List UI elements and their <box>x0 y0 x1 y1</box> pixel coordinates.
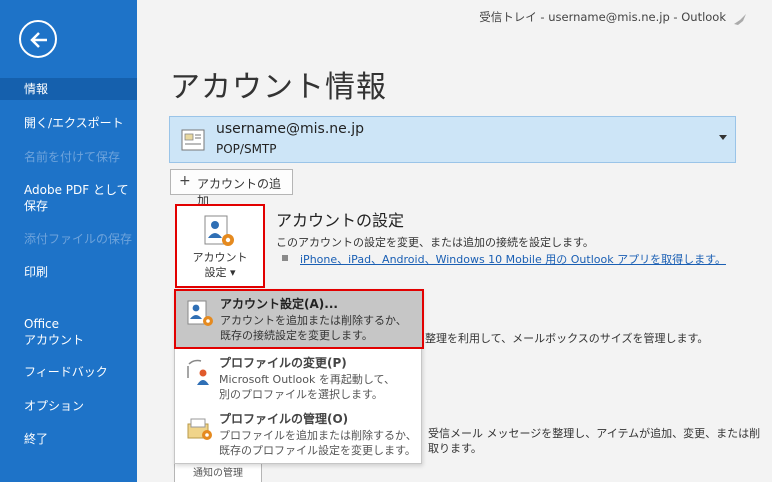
rules-desc-cont: 取ります。 <box>428 442 482 455</box>
manage-alerts-button[interactable]: 通知の管理 <box>174 463 262 482</box>
dropdown-caret-icon <box>719 135 727 140</box>
menu-item-desc: プロファイルを追加または削除するか、 既存のプロファイル設定を変更します。 <box>219 429 417 457</box>
account-email: username@mis.ne.jp <box>216 121 364 137</box>
section-title: アカウントの設定 <box>276 211 405 230</box>
account-settings-icon <box>187 300 213 326</box>
menu-item-change-profile[interactable]: プロファイルの変更(P) Microsoft Outlook を再起動して、 別… <box>175 350 421 408</box>
backstage-sidebar: 情報 開く/エクスポート 名前を付けて保存 Adobe PDF として 保存 添… <box>0 0 137 482</box>
sidebar-item-adobe-pdf[interactable]: Adobe PDF として 保存 <box>0 182 137 214</box>
sidebar-item-print[interactable]: 印刷 <box>0 264 137 280</box>
menu-item-title: プロファイルの管理(O) <box>219 412 349 426</box>
menu-item-title: プロファイルの変更(P) <box>219 356 347 370</box>
account-icon <box>181 129 205 151</box>
menu-item-account-settings[interactable]: アカウント設定(A)... アカウントを追加または削除するか、 既存の接続設定を… <box>174 289 424 349</box>
page-title: アカウント情報 <box>170 70 387 105</box>
bullet-icon <box>282 255 288 261</box>
window-title: 受信トレイ - username@mis.ne.jp - Outlook <box>479 10 726 24</box>
account-settings-button[interactable]: アカウント 設定 ▾ <box>175 204 265 288</box>
menu-item-desc: Microsoft Outlook を再起動して、 別のプロファイルを選択します… <box>219 373 396 401</box>
sidebar-item-exit[interactable]: 終了 <box>0 431 137 447</box>
sidebar-item-open-export[interactable]: 開く/エクスポート <box>0 115 137 131</box>
rules-desc: 受信メール メッセージを整理し、アイテムが追加、変更、または削 <box>428 427 761 440</box>
menu-item-manage-profiles[interactable]: プロファイルの管理(O) プロファイルを追加または削除するか、 既存のプロファイ… <box>175 406 421 464</box>
outlook-app-link[interactable]: iPhone、iPad、Android、Windows 10 Mobile 用の… <box>300 251 726 267</box>
account-settings-menu: アカウント設定(A)... アカウントを追加または削除するか、 既存の接続設定を… <box>174 289 424 464</box>
section-description: このアカウントの設定を変更、または追加の接続を設定します。 <box>276 236 594 249</box>
plus-icon: + <box>179 173 191 189</box>
sidebar-item-save-as: 名前を付けて保存 <box>24 150 121 164</box>
account-settings-button-label: アカウント 設定 ▾ <box>192 251 248 279</box>
account-type: POP/SMTP <box>216 142 277 156</box>
manage-profiles-icon <box>187 418 212 440</box>
menu-item-title: アカウント設定(A)... <box>220 297 338 311</box>
account-settings-icon <box>204 215 234 246</box>
sidebar-item-options[interactable]: オプション <box>0 398 137 414</box>
add-account-button[interactable]: + アカウントの追加 <box>170 169 293 208</box>
change-profile-icon <box>187 359 209 385</box>
sidebar-item-office-account[interactable]: Office アカウント <box>0 316 137 348</box>
account-selector[interactable]: username@mis.ne.jp POP/SMTP <box>169 116 736 163</box>
sidebar-item-feedback[interactable]: フィードバック <box>0 364 137 380</box>
menu-item-desc: アカウントを追加または削除するか、 既存の接続設定を変更します。 <box>220 314 407 342</box>
back-arrow-icon[interactable] <box>19 20 57 58</box>
bird-icon <box>734 14 746 25</box>
sidebar-item-info[interactable]: 情報 <box>0 78 137 100</box>
sidebar-item-save-attachments: 添付ファイルの保存 <box>24 232 133 246</box>
mailbox-cleanup-desc: 整理を利用して、メールボックスのサイズを管理します。 <box>425 332 709 345</box>
